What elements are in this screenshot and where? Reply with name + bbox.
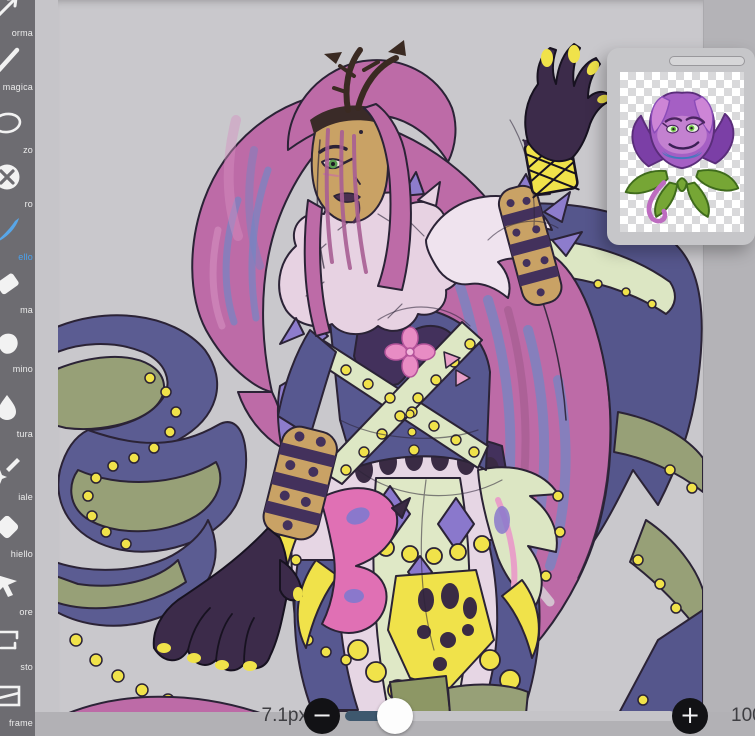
tool-label: ello [18,252,33,262]
frame-icon [0,680,23,712]
tool-frame[interactable]: frame [0,680,35,728]
tool-label: ore [19,607,33,617]
eraser-icon [0,267,23,299]
transform-icon [0,0,23,22]
brush-size-value: 7.1px [261,705,308,726]
tool-blur[interactable]: tura [0,391,35,439]
tool-eraser[interactable]: ma [0,267,35,315]
paint-app-window: { "sidebar": { "selected_label_color": "… [0,0,755,736]
tool-text[interactable]: sto [0,624,35,672]
reference-panel-handle[interactable] [669,56,745,66]
tool-sidebar: orma magica zo ro ello ma mino tura iale… [0,0,35,736]
tool-label: hiello [10,549,33,559]
tool-cursor[interactable]: ore [0,569,35,617]
tool-label: sto [20,662,33,672]
tool-label: mino [12,364,33,374]
tool-smudge[interactable]: mino [0,326,35,374]
tool-label: frame [8,718,33,728]
tool-label: iale [18,492,33,502]
tool-brush[interactable]: ello [0,214,35,262]
tool-label: orma [11,28,33,38]
tool-label: ma [20,305,33,315]
tool-magic-wand[interactable]: magica [0,44,35,92]
filter-icon [0,161,23,193]
reference-image-rose [620,72,744,232]
bucket-icon [0,511,23,543]
text-icon [0,624,23,656]
canvas-margin [35,0,58,736]
tool-bucket[interactable]: hiello [0,511,35,559]
tool-filter[interactable]: ro [0,161,35,209]
lasso-icon [0,107,23,139]
reference-panel[interactable] [607,48,755,245]
tool-label: magica [2,82,33,92]
tool-label: tura [16,429,33,439]
cursor-icon [0,569,23,601]
increase-brush-size-button[interactable]: + [672,698,708,734]
tool-special-pen[interactable]: iale [0,454,35,502]
magic-wand-icon [0,44,23,76]
tool-lasso[interactable]: zo [0,107,35,155]
special-pen-icon [0,454,23,486]
tool-label: zo [23,145,33,155]
brush-icon [0,214,23,246]
slider-thumb[interactable] [377,698,413,734]
opacity-value: 100 [731,705,755,726]
decrease-brush-size-button[interactable]: − [304,698,340,734]
blur-icon [0,391,23,423]
tool-transform[interactable]: orma [0,0,35,38]
tool-label: ro [24,199,33,209]
smudge-icon [0,326,23,358]
